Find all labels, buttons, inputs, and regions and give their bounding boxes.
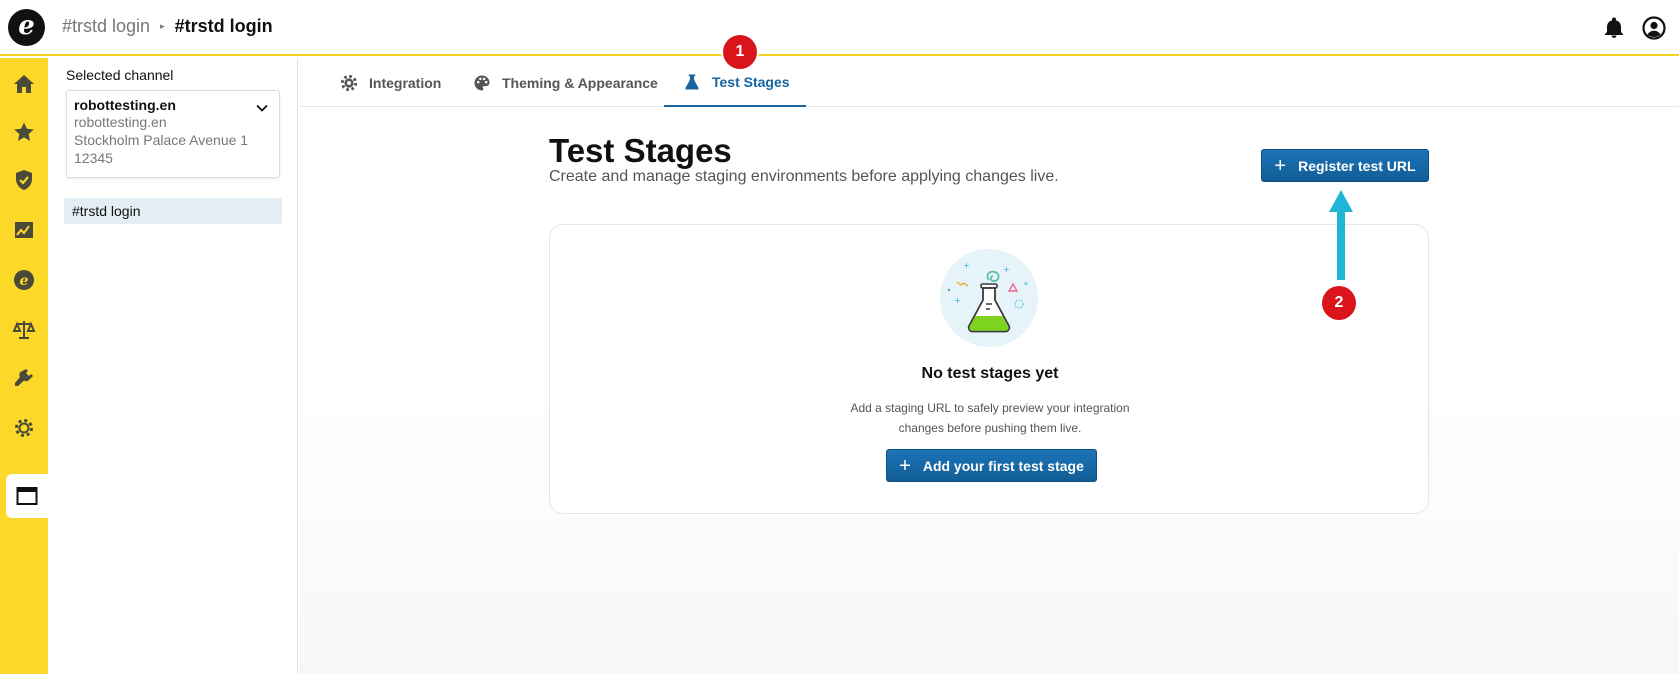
gear-icon	[340, 74, 358, 91]
rail-reviews[interactable]	[0, 110, 48, 154]
shield-check-icon	[16, 170, 32, 190]
breadcrumb-separator-icon: ▸	[160, 21, 165, 31]
tab-theming[interactable]: Theming & Appearance	[472, 58, 658, 107]
chevron-down-icon[interactable]	[255, 101, 269, 115]
selected-channel-label: Selected channel	[66, 67, 174, 83]
channel-zip: 12345	[74, 150, 113, 166]
channel-selector[interactable]: robottesting.en robottesting.en Stockhol…	[66, 90, 280, 178]
channel-domain: robottesting.en	[74, 114, 167, 130]
tab-integration[interactable]: Integration	[339, 58, 441, 107]
rail-trust[interactable]	[0, 158, 48, 202]
plus-icon: +	[1274, 154, 1287, 177]
app-logo[interactable]: e	[8, 9, 45, 46]
empty-state-line-2: changes before pushing them live.	[898, 421, 1082, 435]
breadcrumb-item-1[interactable]: #trstd login	[62, 16, 150, 37]
bell-icon[interactable]	[1602, 16, 1626, 40]
empty-state-line-1: Add a staging URL to safely preview your…	[850, 401, 1130, 415]
breadcrumb: #trstd login ▸ #trstd login	[62, 16, 273, 37]
annotation-badge-1: 1	[723, 35, 757, 69]
palette-icon	[474, 75, 490, 90]
user-circle-icon[interactable]	[1642, 16, 1666, 40]
add-first-test-stage-label: Add your first test stage	[922, 457, 1084, 474]
top-bar: e #trstd login ▸ #trstd login	[0, 0, 1679, 56]
add-first-test-stage-button[interactable]: + Add your first test stage	[886, 449, 1097, 482]
tab-theming-label: Theming & Appearance	[502, 74, 658, 91]
empty-state-description: Add a staging URL to safely preview your…	[830, 398, 1150, 438]
annotation-badge-2: 2	[1322, 286, 1356, 320]
chart-icon	[15, 222, 33, 238]
star-icon	[14, 122, 34, 141]
tab-bar: Integration Theming & Appearance Test St…	[299, 58, 1679, 107]
rail-integrations[interactable]	[0, 356, 48, 400]
rail-etrusted[interactable]: e	[0, 258, 48, 302]
rail-settings[interactable]	[0, 406, 48, 450]
logo-letter: e	[18, 11, 35, 41]
scale-icon	[12, 321, 36, 339]
tab-integration-label: Integration	[369, 74, 442, 91]
tab-test-stages-label: Test Stages	[712, 73, 790, 90]
svg-text:+: +	[954, 296, 961, 305]
rail-home[interactable]	[0, 62, 48, 106]
channel-panel: Selected channel robottesting.en robotte…	[48, 58, 298, 674]
flask-icon	[685, 74, 699, 89]
left-rail: e	[0, 58, 48, 674]
empty-state-card: + + + + No test stages yet Add a staging…	[549, 224, 1429, 514]
rail-analytics[interactable]	[0, 208, 48, 252]
empty-state-title: No test stages yet	[921, 365, 1059, 382]
plug-icon	[15, 369, 33, 386]
page-subtitle: Create and manage staging environments b…	[549, 168, 1059, 185]
sidebar-item-trstd-login[interactable]: #trstd login	[64, 198, 282, 224]
breadcrumb-item-current: #trstd login	[174, 16, 273, 36]
flask-illustration-icon: + + + +	[940, 249, 1038, 347]
plus-icon: +	[899, 454, 911, 477]
channel-name: robottesting.en	[74, 97, 176, 113]
etrusted-icon: e	[14, 270, 34, 290]
rail-legal[interactable]	[0, 308, 48, 352]
annotation-arrow-up-icon	[1329, 190, 1353, 280]
browser-window-icon	[16, 487, 38, 505]
channel-address: Stockholm Palace Avenue 1	[74, 132, 249, 148]
rail-widgets[interactable]	[6, 474, 48, 518]
svg-text:+: +	[963, 261, 970, 270]
register-test-url-button[interactable]: + Register test URL	[1261, 149, 1429, 182]
register-test-url-label: Register test URL	[1298, 157, 1416, 174]
home-icon	[14, 75, 34, 93]
svg-text:+: +	[1003, 265, 1010, 274]
main-content: Integration Theming & Appearance Test St…	[299, 58, 1679, 674]
gear-icon	[15, 419, 33, 437]
svg-text:+: +	[1023, 280, 1029, 288]
svg-text:e: e	[20, 273, 29, 289]
page-title: Test Stages	[549, 132, 732, 169]
